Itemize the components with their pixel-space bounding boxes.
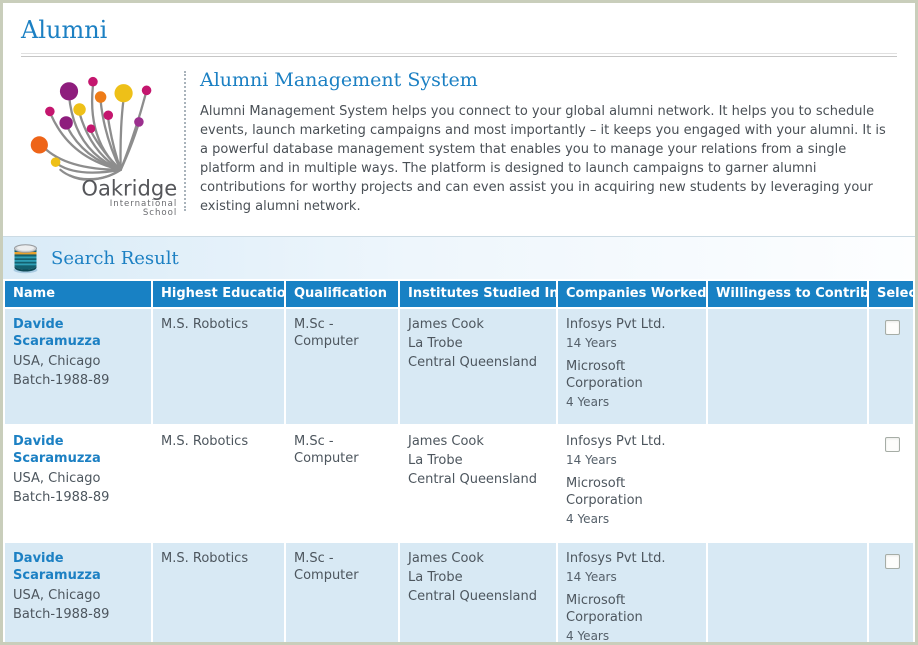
column-header-name: Name	[5, 281, 151, 307]
column-header-select: Select	[869, 281, 913, 307]
table-header-row: Name Highest Education Qualification Ins…	[5, 281, 913, 307]
alumnus-location: USA, Chicago	[13, 353, 145, 370]
company-name: Microsoft Corporation	[566, 358, 700, 392]
company-duration: 4 Years	[566, 511, 700, 528]
institute-item: La Trobe	[408, 335, 550, 352]
institute-item: Central Queensland	[408, 354, 550, 371]
column-header-qualification: Qualification	[286, 281, 398, 307]
willingness-cell	[708, 543, 867, 645]
institute-item: Central Queensland	[408, 471, 550, 488]
company-duration: 14 Years	[566, 569, 700, 586]
alumnus-batch: Batch-1988-89	[13, 489, 145, 506]
institutes-cell: James Cook La Trobe Central Queensland	[400, 426, 556, 541]
institutes-cell: James Cook La Trobe Central Queensland	[400, 543, 556, 645]
intro-text-block: Alumni Management System Alumni Manageme…	[186, 67, 897, 219]
alumnus-name-link[interactable]: Davide Scaramuzza	[13, 316, 145, 350]
institute-item: La Trobe	[408, 452, 550, 469]
alumnus-name-link[interactable]: Davide Scaramuzza	[13, 550, 145, 584]
company-name: Microsoft Corporation	[566, 475, 700, 509]
qualification-cell: M.Sc - Computer	[286, 309, 398, 424]
alumnus-location: USA, Chicago	[13, 587, 145, 604]
select-cell	[869, 543, 913, 645]
results-table: Name Highest Education Qualification Ins…	[3, 279, 915, 645]
table-row: Davide Scaramuzza USA, Chicago Batch-198…	[5, 543, 913, 645]
intro-section: Oakridge International School Alumni Man…	[21, 67, 897, 219]
alumnus-batch: Batch-1988-89	[13, 606, 145, 623]
highest-education-cell: M.S. Robotics	[153, 426, 284, 541]
institute-item: La Trobe	[408, 569, 550, 586]
willingness-cell	[708, 426, 867, 541]
name-cell: Davide Scaramuzza USA, Chicago Batch-198…	[5, 543, 151, 645]
intro-description: Alumni Management System helps you conne…	[200, 102, 897, 216]
column-header-companies: Companies Worked In	[558, 281, 706, 307]
oakridge-logo-graphic: Oakridge International School	[24, 69, 182, 217]
table-row: Davide Scaramuzza USA, Chicago Batch-198…	[5, 426, 913, 541]
alumnus-location: USA, Chicago	[13, 470, 145, 487]
company-duration: 4 Years	[566, 394, 700, 411]
alumnus-batch: Batch-1988-89	[13, 372, 145, 389]
willingness-cell	[708, 309, 867, 424]
select-cell	[869, 309, 913, 424]
svg-text:Oakridge: Oakridge	[81, 176, 177, 201]
table-row: Davide Scaramuzza USA, Chicago Batch-198…	[5, 309, 913, 424]
select-checkbox[interactable]	[885, 320, 900, 335]
company-duration: 14 Years	[566, 452, 700, 469]
name-cell: Davide Scaramuzza USA, Chicago Batch-198…	[5, 426, 151, 541]
institute-item: James Cook	[408, 550, 550, 567]
highest-education-cell: M.S. Robotics	[153, 309, 284, 424]
search-result-band: Search Result	[3, 236, 915, 279]
qualification-cell: M.Sc - Computer	[286, 543, 398, 645]
institute-item: James Cook	[408, 316, 550, 333]
select-checkbox[interactable]	[885, 554, 900, 569]
companies-cell: Infosys Pvt Ltd. 14 Years Microsoft Corp…	[558, 543, 706, 645]
highest-education-cell: M.S. Robotics	[153, 543, 284, 645]
alumnus-name-link[interactable]: Davide Scaramuzza	[13, 433, 145, 467]
institute-item: Central Queensland	[408, 588, 550, 605]
search-result-heading: Search Result	[51, 248, 179, 269]
company-name: Infosys Pvt Ltd.	[566, 433, 700, 450]
company-duration: 14 Years	[566, 335, 700, 352]
qualification-cell: M.Sc - Computer	[286, 426, 398, 541]
alumni-page: Alumni	[0, 0, 918, 645]
select-checkbox[interactable]	[885, 437, 900, 452]
column-header-willingness: Willingess to Contribute	[708, 281, 867, 307]
page-title: Alumni	[21, 16, 897, 44]
school-logo: Oakridge International School	[21, 67, 184, 219]
companies-cell: Infosys Pvt Ltd. 14 Years Microsoft Corp…	[558, 309, 706, 424]
intro-heading: Alumni Management System	[200, 69, 897, 91]
company-name: Microsoft Corporation	[566, 592, 700, 626]
database-icon	[12, 243, 39, 274]
svg-text:School: School	[142, 208, 176, 217]
company-duration: 4 Years	[566, 628, 700, 645]
select-cell	[869, 426, 913, 541]
institutes-cell: James Cook La Trobe Central Queensland	[400, 309, 556, 424]
companies-cell: Infosys Pvt Ltd. 14 Years Microsoft Corp…	[558, 426, 706, 541]
column-header-institutes: Institutes Studied In	[400, 281, 556, 307]
institute-item: James Cook	[408, 433, 550, 450]
column-header-highest-education: Highest Education	[153, 281, 284, 307]
company-name: Infosys Pvt Ltd.	[566, 550, 700, 567]
title-divider	[21, 53, 897, 57]
company-name: Infosys Pvt Ltd.	[566, 316, 700, 333]
name-cell: Davide Scaramuzza USA, Chicago Batch-198…	[5, 309, 151, 424]
